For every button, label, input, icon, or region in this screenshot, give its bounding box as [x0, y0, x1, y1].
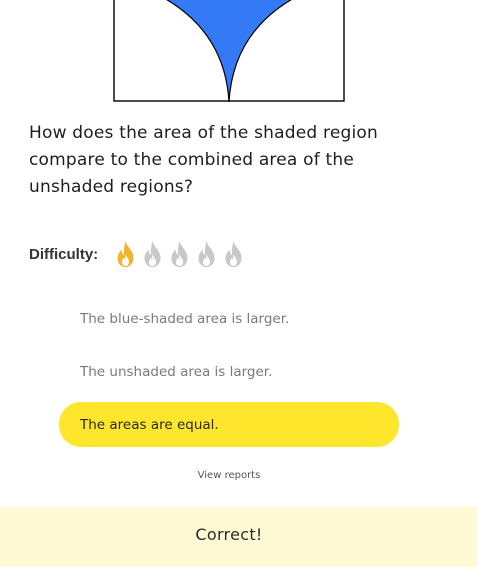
- view-reports-link[interactable]: View reports: [0, 470, 458, 481]
- result-banner: Correct!: [0, 507, 477, 567]
- answer-option-unshaded-larger[interactable]: The unshaded area is larger.: [59, 349, 399, 394]
- difficulty-label: Difficulty:: [29, 245, 99, 263]
- answer-option-label: The blue-shaded area is larger.: [80, 310, 290, 327]
- result-text: Correct!: [195, 525, 263, 544]
- answer-option-blue-larger[interactable]: The blue-shaded area is larger.: [59, 296, 399, 341]
- answer-option-equal[interactable]: The areas are equal.: [59, 402, 399, 447]
- answer-option-label: The unshaded area is larger.: [80, 363, 273, 380]
- flame-icon: [198, 241, 215, 267]
- flame-icon: [225, 241, 242, 267]
- shaded-region-figure: [113, 0, 345, 103]
- difficulty-rating: Difficulty:: [29, 240, 247, 268]
- answer-option-label: The areas are equal.: [80, 416, 219, 433]
- flame-icon: [171, 241, 188, 267]
- question-text: How does the area of the shaded region c…: [29, 123, 378, 197]
- flame-icon: [144, 241, 161, 267]
- difficulty-flames: [112, 240, 247, 268]
- flame-icon: [117, 241, 134, 267]
